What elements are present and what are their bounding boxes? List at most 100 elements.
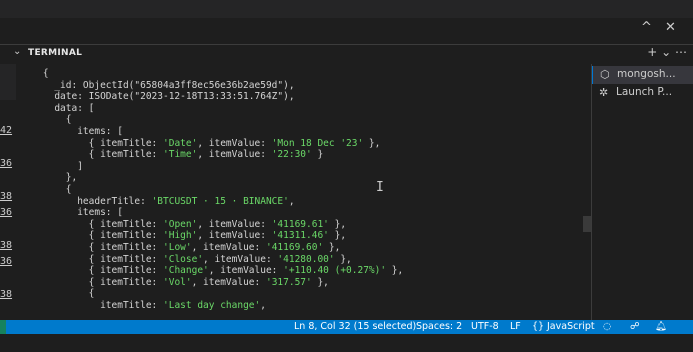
code-text: ] [20,160,83,172]
string-literal: 'Last day change' [163,300,261,311]
terminal-line: _id: ObjectId("65804a3ff8ec56e36b2ae59d"… [20,79,295,91]
code-text: { itemTitle: [20,137,163,149]
scrollbar-thumb[interactable] [583,216,591,232]
line-number[interactable]: 36 [0,256,12,267]
line-number[interactable]: 38 [0,191,12,202]
code-text: , itemValue: [191,276,266,288]
terminal-list-label: mongosh... [617,68,676,80]
code-text: }, [20,172,78,184]
debug-launch-icon: ✲ [599,86,609,99]
string-literal: 'Close' [163,253,204,265]
string-literal: 'Mon 18 Dec '23' [271,137,364,149]
terminal-line: date: ISODate("2023-12-18T13:33:51.764Z"… [20,91,295,103]
code-text: }, [363,137,381,149]
code-text: }, [386,265,404,277]
cursor-position[interactable]: Ln 8, Col 32 (15 selected) [294,321,416,332]
terminal-line: { [20,288,95,299]
terminal-line: { itemTitle: 'Change', itemValue: '+110.… [20,265,404,277]
chevron-down-icon[interactable]: ⌄ [13,46,21,57]
indentation[interactable]: Spaces: 2 [416,321,462,332]
end-of-line[interactable]: LF [510,321,521,332]
remote-indicator[interactable] [0,320,6,334]
string-literal: '22:30' [271,149,312,161]
braces-icon: {} [532,321,545,332]
code-text: }, [323,242,341,253]
code-text: items: [ [20,126,123,137]
terminal-list-item[interactable]: ✲ Launch P... [592,84,693,102]
code-text: }, [328,218,347,230]
encoding[interactable]: UTF-8 [471,321,499,332]
terminal-line: data: [ [20,103,94,114]
terminal-line: { itemTitle: 'Vol', itemValue: '317.57' … [20,277,329,288]
code-text: { itemTitle: [20,265,163,277]
string-literal: '41280.00' [277,253,335,265]
line-number[interactable]: 36 [0,207,12,218]
terminal-list: ⬡ mongosh... ✲ Launch P... [591,64,693,320]
code-text: { [20,68,49,79]
sync-icon[interactable]: ◌ [603,321,611,332]
code-text: , itemValue: [197,218,272,230]
line-number[interactable]: 36 [0,158,12,169]
code-text: , itemValue: [197,137,272,149]
notifications-icon[interactable]: 🔔︎ [655,321,667,332]
terminal-line: itemTitle: 'Last day change', [20,300,266,311]
terminal-line: { itemTitle: 'High', itemValue: '41311.4… [20,230,346,241]
feedback-icon[interactable]: ☍ [630,321,640,332]
terminal-line: { [20,68,49,79]
string-literal: 'Change' [163,265,209,277]
terminal-list-item[interactable]: ⬡ mongosh... [592,66,693,84]
code-text: itemTitle: [20,300,163,311]
code-text: , itemValue: [191,242,266,253]
string-literal: '41311.46' [271,230,329,242]
code-text: } [311,149,324,161]
terminal-line: ] [20,161,83,172]
string-literal: 'Date' [163,137,198,149]
code-text: data: [ [20,102,95,114]
window-bottom [0,334,693,352]
code-text: date: ISODate("2023-12-18T13:33:51.764Z"… [20,91,295,103]
code-text: , itemValue: [208,265,284,277]
panel-window-actions: ^ ✕ [633,20,693,42]
terminal-line: { itemTitle: 'Open', itemValue: '41169.6… [20,219,346,230]
code-text: { itemTitle: [20,218,163,230]
code-text: items: [ [20,207,123,219]
string-literal: 'Time' [163,149,198,161]
code-text: }, [334,253,352,265]
language-mode[interactable]: JavaScript [547,321,595,332]
terminal-line: items: [ [20,207,123,218]
terminal-line: headerTitle: 'BTCUSDT · 15 · BINANCE', [20,195,295,207]
close-panel-icon[interactable]: ✕ [665,20,676,35]
maximize-panel-icon[interactable]: ^ [641,20,652,35]
line-number[interactable]: 42 [0,125,12,136]
code-text: { itemTitle: [20,276,163,288]
terminal-scrollbar[interactable] [583,64,591,320]
string-literal: 'Vol' [163,276,192,288]
terminal-line: { itemTitle: 'Time', itemValue: '22:30' … [20,149,324,161]
string-literal: 'BTCUSDT · 15 · BINANCE' [151,195,289,207]
tab-terminal[interactable]: TERMINAL [28,48,82,58]
terminal-line: { itemTitle: 'Low', itemValue: '41169.60… [20,242,341,253]
string-literal: '+110.40 (+0.27%)' [283,265,387,277]
terminal-line: { itemTitle: 'Close', itemValue: '41280.… [20,254,352,265]
editor-gutter-header [0,64,16,100]
terminal-line: { [20,114,72,126]
code-text: { [20,184,72,195]
terminal-actions[interactable]: + ⌄ ⋯ [647,45,687,59]
code-text: , [288,195,295,207]
line-number[interactable]: 38 [0,289,12,300]
code-text: , itemValue: [197,230,272,242]
code-text: , [260,300,266,311]
code-text: , itemValue: [203,253,278,265]
string-literal: 'Low' [163,242,192,253]
line-number[interactable]: 38 [0,240,12,251]
code-text: { [20,114,72,126]
code-text: { itemTitle: [20,242,163,253]
text-cursor-icon: I [376,180,384,195]
string-literal: 'Open' [163,218,198,230]
code-text: _id: ObjectId("65804a3ff8ec56e36b2ae59d"… [20,79,295,91]
mongodb-shell-icon: ⬡ [600,68,610,81]
string-literal: '41169.60' [265,242,324,253]
terminal-output[interactable]: { _id: ObjectId("65804a3ff8ec56e36b2ae59… [20,64,585,320]
code-text: { itemTitle: [20,230,163,242]
terminal-line: { [20,184,72,195]
